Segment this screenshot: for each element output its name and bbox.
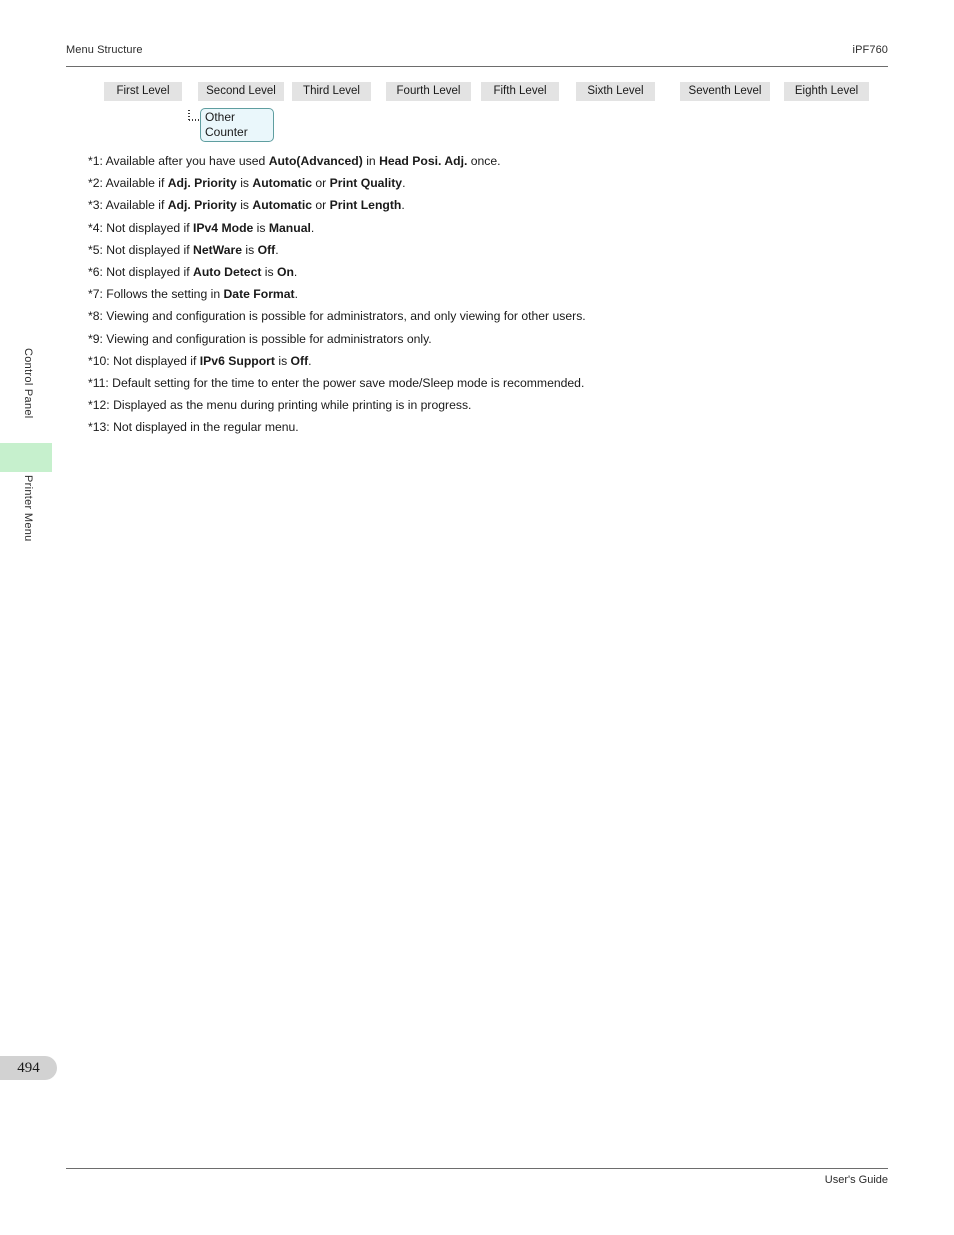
side-tab-active-marker [0,443,52,472]
level-chip-2: Second Level [198,82,284,101]
level-chip-1: First Level [104,82,182,101]
footer-divider-rule [66,1168,888,1169]
footnote-10: *10: Not displayed if IPv6 Support is Of… [88,353,312,368]
page-header: Menu Structure iPF760 [66,44,888,66]
footnote-9: *9: Viewing and configuration is possibl… [88,331,432,346]
level-chip-4: Fourth Level [386,82,471,101]
side-label-printer-menu: Printer Menu [22,475,34,542]
tree-node-other-counter: Other Counter [200,108,274,142]
footnote-1: *1: Available after you have used Auto(A… [88,154,501,168]
footnote-4: *4: Not displayed if IPv4 Mode is Manual… [88,220,315,235]
level-chip-label: Third Level [303,85,360,97]
level-chip-6: Sixth Level [576,82,655,101]
menu-tree-area: Other Counter [0,0,954,150]
page-number: 494 [0,1056,57,1080]
header-divider-rule [66,66,888,67]
level-chip-label: Seventh Level [688,85,762,97]
level-chip-5: Fifth Level [481,82,559,101]
header-section-title: Menu Structure [66,44,143,56]
side-label-control-panel: Control Panel [22,348,34,419]
footnote-13: *13: Not displayed in the regular menu. [88,420,299,435]
footnote-list: *1: Available after you have used Auto(A… [88,150,888,439]
level-chip-label: Eighth Level [794,85,859,97]
footnote-6: *6: Not displayed if Auto Detect is On. [88,265,298,280]
menu-level-legend: First Level Second Level Third Level Fourth… [104,82,884,102]
level-chip-7: Seventh Level [680,82,770,101]
footnote-11: *11: Default setting for the time to ent… [88,376,585,391]
header-product-model: iPF760 [852,44,888,56]
footnote-12: *12: Displayed as the menu during printi… [88,398,472,413]
level-chip-3: Third Level [292,82,371,101]
level-chip-8: Eighth Level [784,82,869,101]
tree-connector-vertical [188,110,190,121]
footnote-7: *7: Follows the setting in Date Format. [88,287,298,302]
level-chip-label: Fourth Level [396,85,461,97]
footnote-8: *8: Viewing and configuration is possibl… [88,309,586,324]
side-rail: Control Panel Printer Menu [0,330,60,590]
level-chip-label: First Level [116,85,170,97]
tree-connector-horizontal [189,119,201,121]
level-chip-label: Sixth Level [587,85,644,97]
tree-connector-icon [188,110,201,122]
level-chip-label: Fifth Level [493,85,547,97]
footer-document-title: User's Guide [824,1174,888,1186]
level-chip-label: Second Level [206,85,276,97]
footnote-2: *2: Available if Adj. Priority is Automa… [88,176,406,191]
footnote-3: *3: Available if Adj. Priority is Automa… [88,198,405,213]
footnote-5: *5: Not displayed if NetWare is Off. [88,242,279,257]
